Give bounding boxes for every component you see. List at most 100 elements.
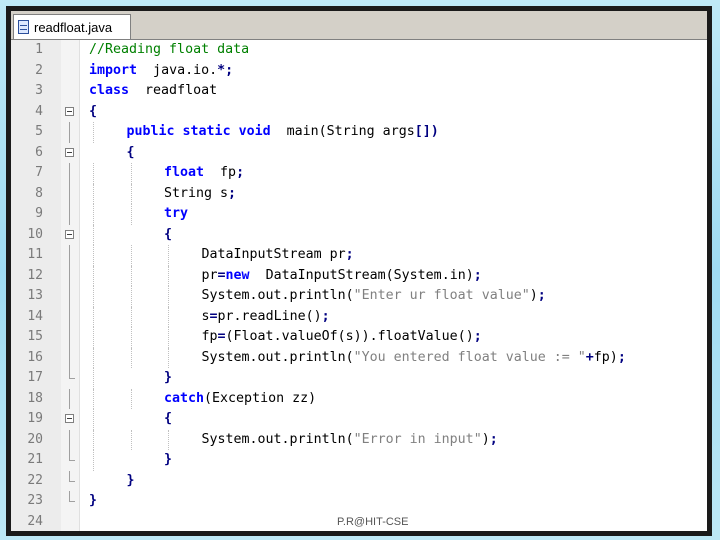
code-line[interactable]: 11 DataInputStream pr; [11,245,707,266]
indent-guide [130,163,132,184]
fold-guide [69,306,70,327]
indent-guide [93,163,94,184]
line-number: 23 [27,493,43,508]
code-line[interactable]: 7 float fp; [11,163,707,184]
code-token: ; [537,288,546,303]
code-text: System.out.println("You entered float va… [202,348,626,369]
fold-toggle-icon[interactable] [65,147,74,157]
code-line[interactable]: 5 public static void main(String args[]) [11,122,707,143]
line-number: 16 [27,349,43,365]
code-line[interactable]: 21} [11,450,707,471]
tab-bar: readfloat.java [11,11,707,40]
code-token: pr.readLine() [217,308,322,324]
fold-toggle-icon[interactable] [65,106,74,116]
line-number: 12 [27,267,43,283]
indent-guide [168,327,169,348]
code-text: fp=(Float.valueOf(s)).floatValue(); [202,327,482,348]
code-token: import [89,62,138,78]
fold-guide [69,265,70,286]
code-line[interactable]: 18 catch(Exception zz) [11,388,707,409]
fold-guide [69,163,70,184]
code-token: readfloat [129,83,218,98]
code-editor[interactable]: readfloat.java 1 //Reading float data 2 imp… [11,11,707,531]
indent-guide [130,327,132,348]
tab-label: readfloat.java [34,19,113,35]
watermark: P.R@HIT-CSE [337,516,409,528]
indent-guide [93,204,94,225]
code-line[interactable]: 2 import java.io.*; [11,61,707,82]
java-file-icon [18,20,29,34]
code-line[interactable]: 22} [11,470,707,492]
code-line[interactable]: 16 System.out.println("You entered float … [11,347,707,369]
line-number: 9 [35,206,43,221]
code-line[interactable]: 13 System.out.println("Enter ur float val… [11,286,707,307]
indent-guide [130,245,132,266]
code-line[interactable]: 8 String s; [11,183,707,204]
code-line[interactable]: 4{ [11,102,707,123]
indent-guide [130,183,132,204]
code-area[interactable]: 1//Reading float data 2 import java.io.*; 3… [11,40,707,531]
code-token: (Float.valueOf(s)).floatValue() [225,329,474,344]
indent-guide [130,347,132,368]
code-text: pr=new DataInputStream(System.in); [202,266,482,287]
code-token: System.out.println( [201,288,354,303]
fold-guide [69,388,70,409]
code-text: class readfloat [89,81,217,102]
indent-guide [93,368,94,389]
fold-guide [69,286,70,307]
code-line[interactable]: 20 System.out.println("Error in input"); [11,429,707,450]
indent-guide [130,265,132,286]
code-text: } [164,368,172,389]
code-token: "You entered float value := " [353,349,586,365]
fold-guide [69,204,70,225]
fold-guide [69,245,70,266]
code-line[interactable]: 12 pr=new DataInputStream(System.in); [11,265,707,287]
code-line[interactable]: 6{ [11,143,707,164]
indent-guide [130,204,132,225]
code-line[interactable]: 15 fp=(Float.valueOf(s)).floatValue(); [11,327,707,348]
code-token: ; [228,185,237,201]
code-token: float [164,165,205,180]
code-text: float fp; [164,163,244,184]
code-token: class [89,83,130,98]
indent-guide [168,265,169,286]
indent-guide [93,388,94,409]
indent-guide [93,306,94,327]
indent-guide [93,183,94,204]
code-text: try [164,204,188,225]
code-token: try [164,206,189,221]
fold-toggle-icon[interactable] [65,229,74,239]
code-text: { [127,143,135,164]
code-line[interactable]: 1 //Reading float data [11,40,707,61]
code-token: } [89,493,98,508]
line-number: 10 [27,226,43,242]
code-token: ; [489,431,498,447]
code-token: = [217,267,226,283]
code-text: import java.io.*; [89,61,233,82]
code-token: ) [529,288,538,303]
line-number: 18 [27,390,43,406]
line-number: 19 [27,411,43,426]
indent-guide [93,409,94,430]
fold-guide [69,347,70,368]
line-number: 20 [27,431,43,447]
code-token: fp) [593,349,618,365]
code-line[interactable]: 9 try [11,204,707,225]
code-token: + [585,349,594,365]
tab-readfloat-java[interactable]: readfloat.java [13,14,131,39]
code-line[interactable]: 19 { [11,409,707,430]
code-token: pr [201,267,218,283]
fold-guide [69,327,70,348]
code-line[interactable]: 23} [11,491,707,512]
code-token: ; [345,247,354,262]
code-line[interactable]: 17} [11,368,707,389]
code-line[interactable]: 10 { [11,224,707,245]
code-line[interactable]: 14 s=pr.readLine(); [11,306,707,327]
fold-toggle-icon[interactable] [65,414,74,423]
fold-guide [69,429,70,450]
fold-guide [69,183,70,204]
code-token: fp [204,165,237,180]
code-token: catch [164,390,205,406]
code-line[interactable]: 3 class readfloat [11,81,707,102]
indent-guide [130,429,132,450]
